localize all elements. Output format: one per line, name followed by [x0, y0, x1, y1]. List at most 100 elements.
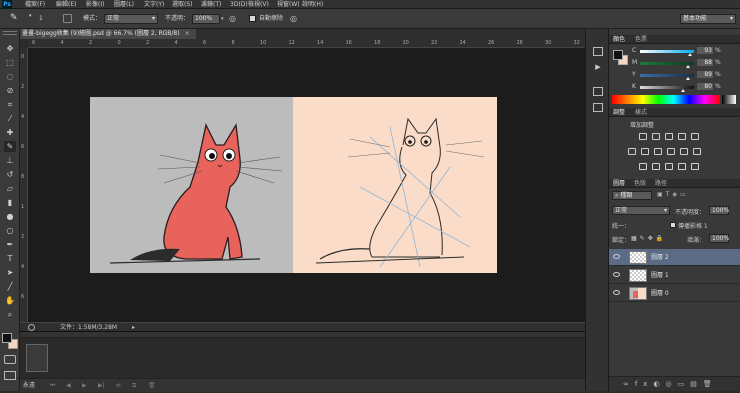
color-lookup-icon[interactable]: [693, 148, 701, 155]
slider-value-k[interactable]: 80: [697, 83, 713, 90]
stamp-icon[interactable]: ⊥: [4, 155, 16, 166]
layer-action-icons[interactable]: ∞fx◐◎▭▤🗑: [623, 380, 718, 388]
propagate-checkbox[interactable]: [670, 222, 676, 228]
info-panel-icon[interactable]: [593, 103, 603, 112]
quick-select-icon[interactable]: ⊘: [4, 85, 16, 96]
layer-opacity-input[interactable]: 100%: [709, 206, 729, 215]
pencil-tool-icon[interactable]: ✎: [10, 12, 24, 24]
slider-handle[interactable]: [688, 53, 693, 56]
channel-mixer-icon[interactable]: [680, 148, 688, 155]
type-icon[interactable]: T: [4, 253, 16, 264]
slider-track-c[interactable]: [640, 50, 694, 53]
hand-icon[interactable]: ✋: [4, 295, 16, 306]
invert-icon[interactable]: [639, 163, 647, 170]
foreground-color-chip[interactable]: [613, 50, 623, 60]
dodge-icon[interactable]: ○: [4, 225, 16, 236]
tab-paths[interactable]: 路徑: [655, 179, 667, 188]
photo-filter-icon[interactable]: [667, 148, 675, 155]
zoom-icon[interactable]: ⌕: [4, 309, 16, 320]
foreground-color-swatch-top[interactable]: [2, 333, 12, 343]
vibrance-icon[interactable]: [691, 133, 699, 140]
menu-edit[interactable]: 編輯(E): [56, 0, 76, 9]
zoom-level-icon[interactable]: [28, 324, 35, 331]
brightness-icon[interactable]: [639, 133, 647, 140]
pen-icon[interactable]: ✒: [4, 239, 16, 250]
quick-mask-icon[interactable]: [4, 355, 16, 364]
visibility-eye-icon[interactable]: [613, 290, 620, 295]
menu-3d[interactable]: 3D(D): [230, 0, 248, 9]
gradient-icon[interactable]: ▮: [4, 197, 16, 208]
close-icon[interactable]: ×: [185, 30, 190, 37]
layer-row[interactable]: 圖層 0: [609, 285, 740, 302]
layer-name[interactable]: 圖層 2: [651, 249, 669, 266]
document-tab[interactable]: 畫畫-bigegg收集 (9)繪圖.psd @ 66.7% (圖層 2, RGB…: [20, 29, 196, 39]
mode-select[interactable]: 正常 ▾: [104, 14, 158, 24]
auto-erase-checkbox[interactable]: [249, 15, 256, 22]
black-white-icon[interactable]: [654, 148, 662, 155]
menu-help[interactable]: 說明(H): [302, 0, 323, 9]
crop-icon[interactable]: ⌗: [4, 99, 16, 110]
menu-file[interactable]: 檔案(F): [25, 0, 45, 9]
fill-input[interactable]: 100%: [709, 234, 729, 243]
tab-layers[interactable]: 圖層: [613, 179, 625, 188]
opacity-input[interactable]: 100%: [192, 14, 220, 24]
eyedropper-icon[interactable]: ⁄: [4, 113, 16, 124]
screen-mode-icon[interactable]: [4, 371, 16, 380]
gradient-map-icon[interactable]: [678, 163, 686, 170]
layer-filter-icons[interactable]: ▣T◈▭: [657, 191, 689, 198]
properties-panel-icon[interactable]: [593, 87, 603, 96]
lasso-icon[interactable]: ◌: [4, 71, 16, 82]
toolbar-grip[interactable]: [3, 31, 17, 35]
menu-type[interactable]: 文字(Y): [144, 0, 164, 9]
layer-name[interactable]: 圖層 0: [651, 285, 669, 302]
color-balance-icon[interactable]: [641, 148, 649, 155]
menu-select[interactable]: 選取(S): [172, 0, 193, 9]
lock-icons[interactable]: ▦✎✥🔒: [631, 235, 666, 242]
menu-layer[interactable]: 圖層(L): [114, 0, 134, 9]
menu-image[interactable]: 影像(I): [86, 0, 104, 9]
move-icon[interactable]: ✥: [4, 43, 16, 54]
color-spectrum-bar[interactable]: [612, 95, 720, 104]
brush-size-value[interactable]: 1: [39, 14, 43, 24]
slider-handle[interactable]: [686, 77, 691, 80]
slider-track-k[interactable]: [640, 86, 694, 89]
timeline-frame[interactable]: [26, 344, 48, 372]
tab-adjustments[interactable]: 調整: [613, 108, 625, 117]
tab-styles[interactable]: 樣式: [635, 108, 647, 117]
menu-view[interactable]: 檢視(V): [248, 0, 269, 9]
opacity-arrow-icon[interactable]: ▾: [221, 14, 224, 24]
tab-swatches[interactable]: 色票: [635, 35, 647, 44]
grayscale-ramp[interactable]: [722, 95, 736, 104]
levels-icon[interactable]: [652, 133, 660, 140]
visibility-eye-icon[interactable]: [613, 254, 620, 259]
eraser-icon[interactable]: ▱: [4, 183, 16, 194]
marquee-icon[interactable]: ⬚: [4, 57, 16, 68]
tab-color[interactable]: 顏色: [613, 35, 625, 44]
blur-icon[interactable]: ●: [4, 211, 16, 222]
layer-row[interactable]: 圖層 2: [609, 249, 740, 266]
line-icon[interactable]: ╱: [4, 281, 16, 292]
layer-row[interactable]: 圖層 1: [609, 267, 740, 284]
selective-color-icon[interactable]: [691, 163, 699, 170]
pressure-size-icon[interactable]: ◎: [290, 13, 301, 24]
brush-panel-icon[interactable]: [63, 14, 72, 23]
path-select-icon[interactable]: ➤: [4, 267, 16, 278]
posterize-icon[interactable]: [652, 163, 660, 170]
slider-handle[interactable]: [681, 89, 686, 92]
history-brush-icon[interactable]: ↺: [4, 169, 16, 180]
slider-handle[interactable]: [685, 65, 690, 68]
layer-filter-select[interactable]: ⌕ 種類: [612, 191, 652, 200]
curves-icon[interactable]: [665, 133, 673, 140]
blend-mode-select[interactable]: 正常 ▾: [612, 206, 670, 215]
exposure-icon[interactable]: [678, 133, 686, 140]
workspace-select[interactable]: 基本功能 ▾: [680, 14, 736, 24]
slider-value-m[interactable]: 88: [697, 59, 713, 66]
healing-icon[interactable]: ✚: [4, 127, 16, 138]
visibility-eye-icon[interactable]: [613, 272, 620, 277]
actions-panel-icon[interactable]: ▶: [593, 63, 603, 72]
pressure-opacity-icon[interactable]: ◎: [229, 13, 240, 24]
hue-saturation-icon[interactable]: [628, 148, 636, 155]
layer-name[interactable]: 圖層 1: [651, 267, 669, 284]
slider-value-c[interactable]: 93: [697, 47, 713, 54]
document-canvas[interactable]: [90, 97, 497, 273]
